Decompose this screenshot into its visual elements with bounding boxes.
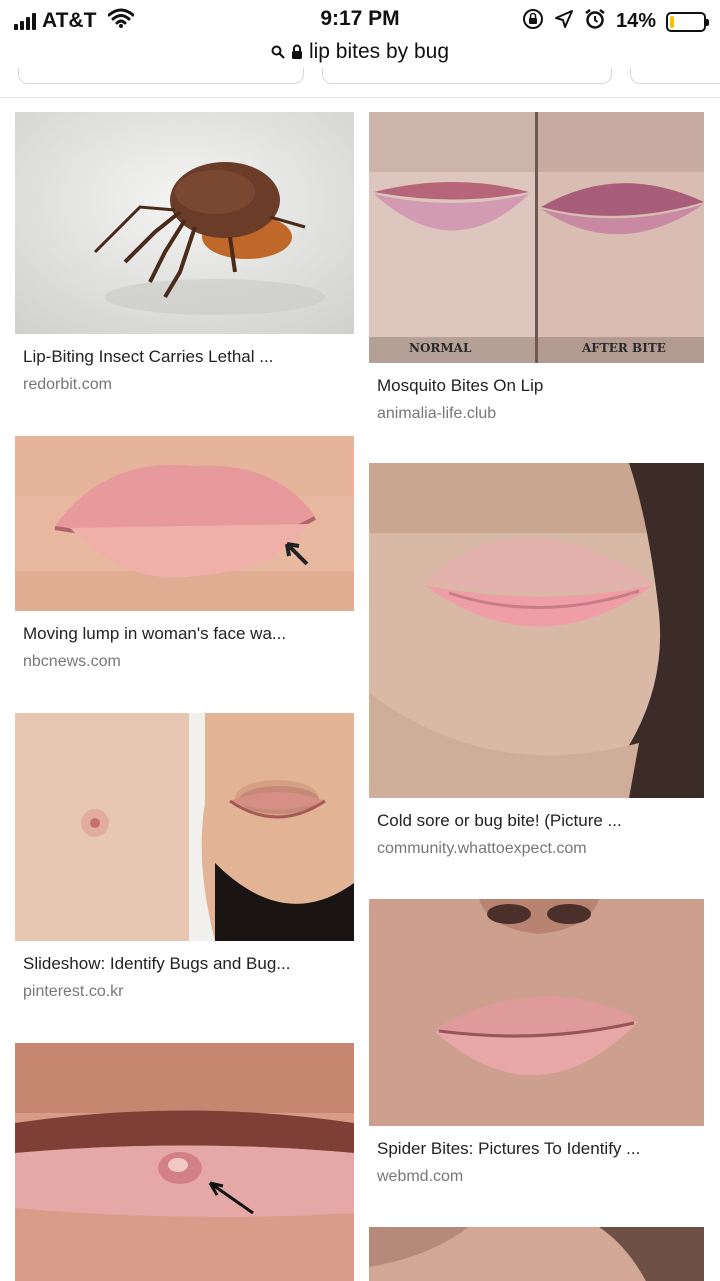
result-card[interactable] <box>15 1043 354 1281</box>
result-card[interactable]: NORMAL AFTER BITE Mosquito Bites On Lip … <box>369 112 704 463</box>
result-image[interactable] <box>15 713 354 941</box>
result-image[interactable] <box>369 463 704 798</box>
battery-icon <box>666 11 709 32</box>
result-card[interactable]: Cold sore or bug bite! (Picture ... comm… <box>369 463 704 899</box>
status-bar: AT&T 9:17 PM 14% <box>0 0 720 40</box>
results-column-right: NORMAL AFTER BITE Mosquito Bites On Lip … <box>369 112 704 1281</box>
location-icon <box>554 9 574 34</box>
alarm-icon <box>584 8 606 35</box>
battery-fill <box>670 15 675 28</box>
lock-icon <box>291 44 303 60</box>
result-title[interactable]: Slideshow: Identify Bugs and Bug... <box>23 954 346 974</box>
address-bar[interactable]: lip bites by bug <box>0 36 720 68</box>
result-image[interactable] <box>15 436 354 611</box>
result-image[interactable] <box>15 112 354 334</box>
result-image[interactable] <box>369 1227 704 1281</box>
result-source: webmd.com <box>377 1168 464 1185</box>
filter-chip[interactable] <box>18 68 304 84</box>
image-label-normal: NORMAL <box>409 341 472 355</box>
result-card[interactable]: Lip-Biting Insect Carries Lethal ... red… <box>15 112 354 436</box>
result-title[interactable]: Mosquito Bites On Lip <box>377 376 696 396</box>
filter-chip[interactable] <box>322 68 612 84</box>
results-column-left: Lip-Biting Insect Carries Lethal ... red… <box>15 112 354 1281</box>
result-card[interactable] <box>369 1227 704 1281</box>
result-source: community.whattoexpect.com <box>377 840 587 857</box>
result-source: animalia-life.club <box>377 405 497 422</box>
search-icon <box>271 45 285 59</box>
result-card[interactable]: Moving lump in woman's face wa... nbcnew… <box>15 436 354 713</box>
filter-chip[interactable] <box>630 68 720 84</box>
result-source: redorbit.com <box>23 376 112 393</box>
url-text: lip bites by bug <box>308 40 450 63</box>
filter-chips <box>0 68 720 98</box>
result-title[interactable]: Lip-Biting Insect Carries Lethal ... <box>23 347 346 367</box>
result-image[interactable]: NORMAL AFTER BITE <box>369 112 704 363</box>
image-label-after-bite: AFTER BITE <box>582 341 666 355</box>
result-source: pinterest.co.kr <box>23 983 124 1000</box>
orientation-lock-icon <box>522 8 544 35</box>
status-right: 14% <box>522 8 709 35</box>
result-card[interactable]: Slideshow: Identify Bugs and Bug... pint… <box>15 713 354 1043</box>
result-title[interactable]: Spider Bites: Pictures To Identify ... <box>377 1139 696 1159</box>
result-source: nbcnews.com <box>23 653 121 670</box>
result-image[interactable] <box>15 1043 354 1281</box>
result-title[interactable]: Cold sore or bug bite! (Picture ... <box>377 811 696 831</box>
result-image[interactable] <box>369 899 704 1126</box>
battery-percent: 14% <box>615 10 656 32</box>
result-title[interactable]: Moving lump in woman's face wa... <box>23 624 346 644</box>
result-card[interactable]: Spider Bites: Pictures To Identify ... w… <box>369 899 704 1227</box>
